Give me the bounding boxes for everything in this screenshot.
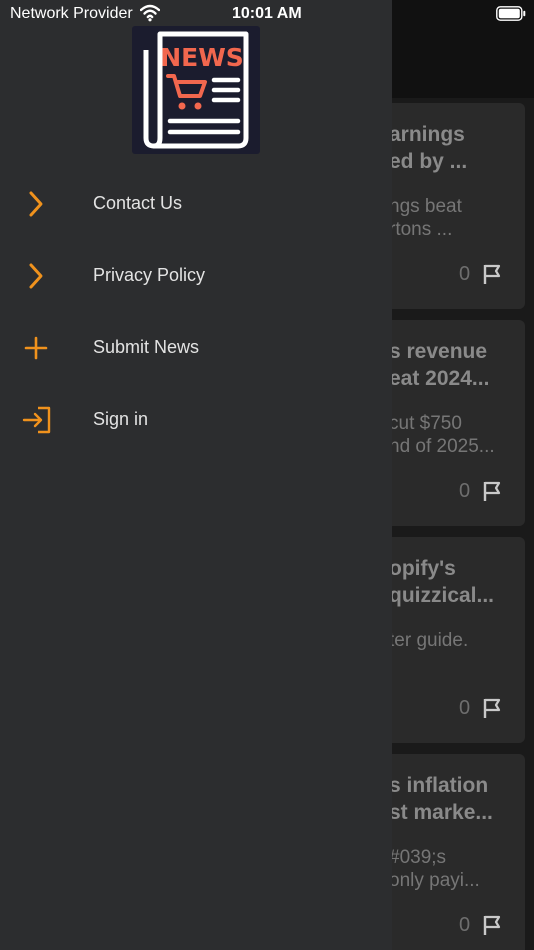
- flag-count: 0: [459, 914, 471, 936]
- news-card-title: opify's quizzical...: [389, 557, 495, 607]
- app-logo: NEWS: [132, 26, 260, 154]
- status-bar: Network Provider 10:01 AM: [0, 0, 534, 28]
- menu-item-label: Contact Us: [93, 193, 183, 213]
- menu-item-privacy-policy[interactable]: Privacy Policy: [0, 247, 392, 307]
- menu-item-submit-news[interactable]: Submit News: [0, 319, 392, 379]
- chevron-right-icon: [29, 263, 43, 289]
- news-card-title: arnings ed by ...: [389, 123, 468, 173]
- plus-icon: [24, 336, 48, 360]
- sign-in-icon: [22, 406, 51, 434]
- flag-count: 0: [459, 263, 471, 285]
- flag-icon[interactable]: [481, 914, 503, 936]
- news-card-description: #039;s only payi...: [389, 847, 480, 891]
- news-card-title: s revenue eat 2024...: [389, 340, 490, 390]
- flag-count: 0: [459, 697, 471, 719]
- battery-icon: [496, 6, 526, 21]
- flag-icon[interactable]: [481, 263, 503, 285]
- newspaper-cart-icon: NEWS: [143, 31, 249, 149]
- network-provider: Network Provider: [10, 5, 133, 22]
- status-time: 10:01 AM: [232, 5, 302, 22]
- flag-count: 0: [459, 480, 471, 502]
- wifi-icon: [140, 4, 160, 22]
- menu-item-label: Sign in: [93, 409, 149, 429]
- news-card-title: s inflation st marke...: [389, 774, 493, 824]
- flag-icon[interactable]: [481, 480, 503, 502]
- chevron-right-icon: [29, 191, 43, 217]
- menu-item-sign-in[interactable]: Sign in: [0, 391, 392, 451]
- menu-item-label: Privacy Policy: [93, 265, 206, 285]
- news-card-description: ngs beat rtons ...: [389, 196, 462, 240]
- logo-news-text: NEWS: [160, 43, 244, 72]
- side-drawer: NEWS Contact Us Privacy Policy Submit Ne…: [0, 0, 392, 950]
- menu-item-contact-us[interactable]: Contact Us: [0, 175, 392, 235]
- news-card-description: ter guide.: [389, 630, 469, 651]
- flag-icon[interactable]: [481, 697, 503, 719]
- news-card-description: cut $750 nd of 2025...: [389, 413, 495, 457]
- menu-item-label: Submit News: [93, 337, 200, 357]
